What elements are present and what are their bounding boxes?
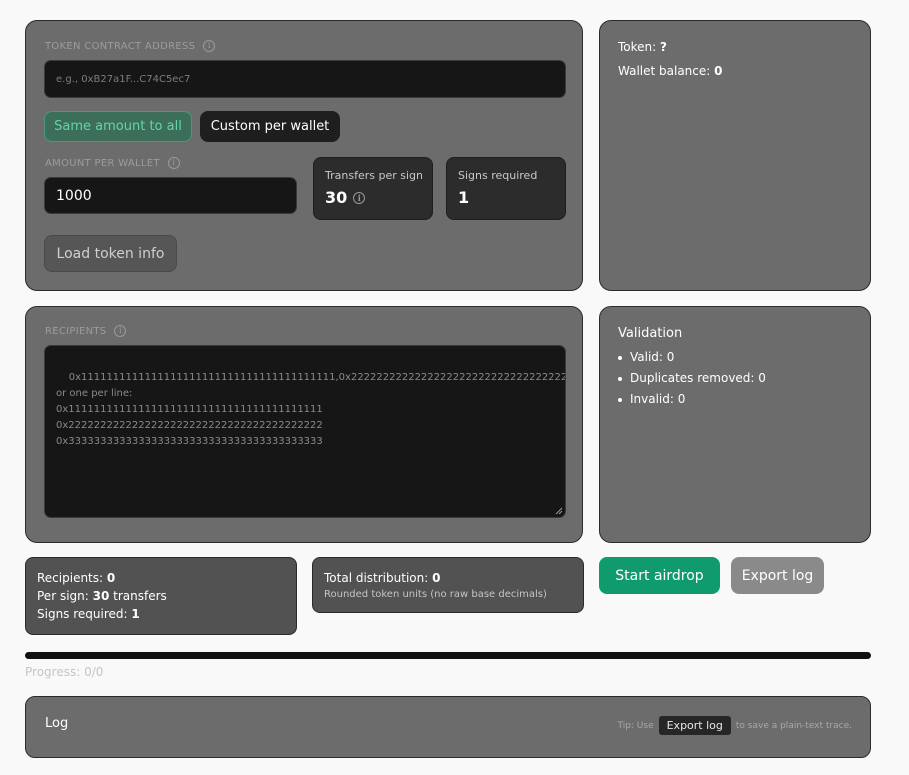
validation-title: Validation <box>618 326 683 341</box>
validation-item-valid: Valid: 0 <box>618 347 766 368</box>
signs-required-caption: Signs required <box>458 169 538 182</box>
log-tip: Tip: Use Export log to save a plain-text… <box>617 716 852 735</box>
recipients-label: RECIPIENTS <box>45 325 107 337</box>
log-tip-prefix: Tip: Use <box>617 720 654 731</box>
validation-item-invalid: Invalid: 0 <box>618 389 766 410</box>
info-icon[interactable]: i <box>167 157 180 169</box>
total-distribution-note: Rounded token units (no raw base decimal… <box>324 589 547 600</box>
summary-signs-value: 1 <box>131 607 140 621</box>
export-log-button[interactable]: Export log <box>731 557 824 594</box>
amount-input[interactable]: 1000 <box>44 177 297 214</box>
recipients-panel: RECIPIENTS i 0x1111111111111111111111111… <box>25 306 583 543</box>
amount-value: 1000 <box>56 187 92 204</box>
token-info-panel: Token: ? Wallet balance: 0 <box>599 20 871 291</box>
progress-bar <box>25 652 871 659</box>
total-distribution-card: Total distribution: 0 Rounded token unit… <box>312 557 584 613</box>
transfers-per-sign-card: Transfers per sign 30 i <box>313 157 433 220</box>
transfers-per-sign-value: 30 <box>325 188 348 207</box>
summary-per-sign-value: 30 <box>92 589 110 603</box>
summary-card: Recipients: 0 Per sign: 30 transfers Sig… <box>25 557 297 635</box>
info-icon[interactable]: i <box>114 325 127 337</box>
token-label: Token: <box>618 40 657 54</box>
start-airdrop-label: Start airdrop <box>615 567 704 584</box>
load-token-info-button[interactable]: Load token info <box>44 235 177 272</box>
load-token-info-label: Load token info <box>56 245 165 262</box>
validation-panel: Validation Valid: 0 Duplicates removed: … <box>599 306 871 543</box>
signs-required-card: Signs required 1 <box>446 157 566 220</box>
info-icon[interactable]: i <box>353 191 366 204</box>
log-panel: Log Tip: Use Export log to save a plain-… <box>25 696 871 758</box>
mode-custom-label: Custom per wallet <box>210 119 330 134</box>
summary-signs: Signs required: 1 <box>37 607 140 621</box>
start-airdrop-button[interactable]: Start airdrop <box>599 557 720 594</box>
transfers-per-sign-caption: Transfers per sign <box>325 169 423 182</box>
resize-grip-icon[interactable] <box>555 507 563 515</box>
log-title: Log <box>45 716 69 731</box>
token-contract-label-row: TOKEN CONTRACT ADDRESS i <box>45 40 216 52</box>
signs-required-value: 1 <box>458 188 470 207</box>
amount-label: AMOUNT PER WALLET <box>45 157 160 169</box>
log-tip-suffix: to save a plain-text trace. <box>735 720 852 731</box>
mode-custom-button[interactable]: Custom per wallet <box>200 111 340 142</box>
log-tip-export-button[interactable]: Export log <box>658 716 731 735</box>
summary-recipients: Recipients: 0 <box>37 571 116 585</box>
transfers-per-sign-row: 30 i <box>325 188 366 207</box>
token-contract-input[interactable]: e.g., 0xB27a1F...C74C5ec7 <box>44 60 566 98</box>
recipients-textarea[interactable]: 0x11111111111111111111111111111111111111… <box>44 345 566 518</box>
summary-per-sign: Per sign: 30 transfers <box>37 589 167 603</box>
validation-item-duplicates: Duplicates removed: 0 <box>618 368 766 389</box>
token-value: ? <box>660 40 667 54</box>
info-icon[interactable]: i <box>203 40 216 52</box>
wallet-balance-label: Wallet balance: <box>618 64 711 78</box>
wallet-balance-value: 0 <box>714 64 723 78</box>
total-distribution-value: 0 <box>432 571 441 585</box>
summary-recipients-value: 0 <box>106 571 116 585</box>
recipients-label-row: RECIPIENTS i <box>45 325 127 337</box>
token-contract-placeholder: e.g., 0xB27a1F...C74C5ec7 <box>56 73 191 85</box>
amount-label-row: AMOUNT PER WALLET i <box>45 157 180 169</box>
mode-same-amount-label: Same amount to all <box>54 119 182 134</box>
mode-same-amount-button[interactable]: Same amount to all <box>44 111 192 142</box>
wallet-balance-line: Wallet balance: 0 <box>618 64 723 78</box>
token-line: Token: ? <box>618 40 667 54</box>
export-log-label: Export log <box>741 567 814 584</box>
recipients-placeholder: 0x11111111111111111111111111111111111111… <box>56 372 566 447</box>
total-distribution-line: Total distribution: 0 <box>324 571 441 585</box>
token-contract-label: TOKEN CONTRACT ADDRESS <box>45 40 196 52</box>
validation-list: Valid: 0 Duplicates removed: 0 Invalid: … <box>618 347 766 410</box>
progress-text: Progress: 0/0 <box>25 665 104 679</box>
token-config-panel: TOKEN CONTRACT ADDRESS i e.g., 0xB27a1F.… <box>25 20 583 291</box>
